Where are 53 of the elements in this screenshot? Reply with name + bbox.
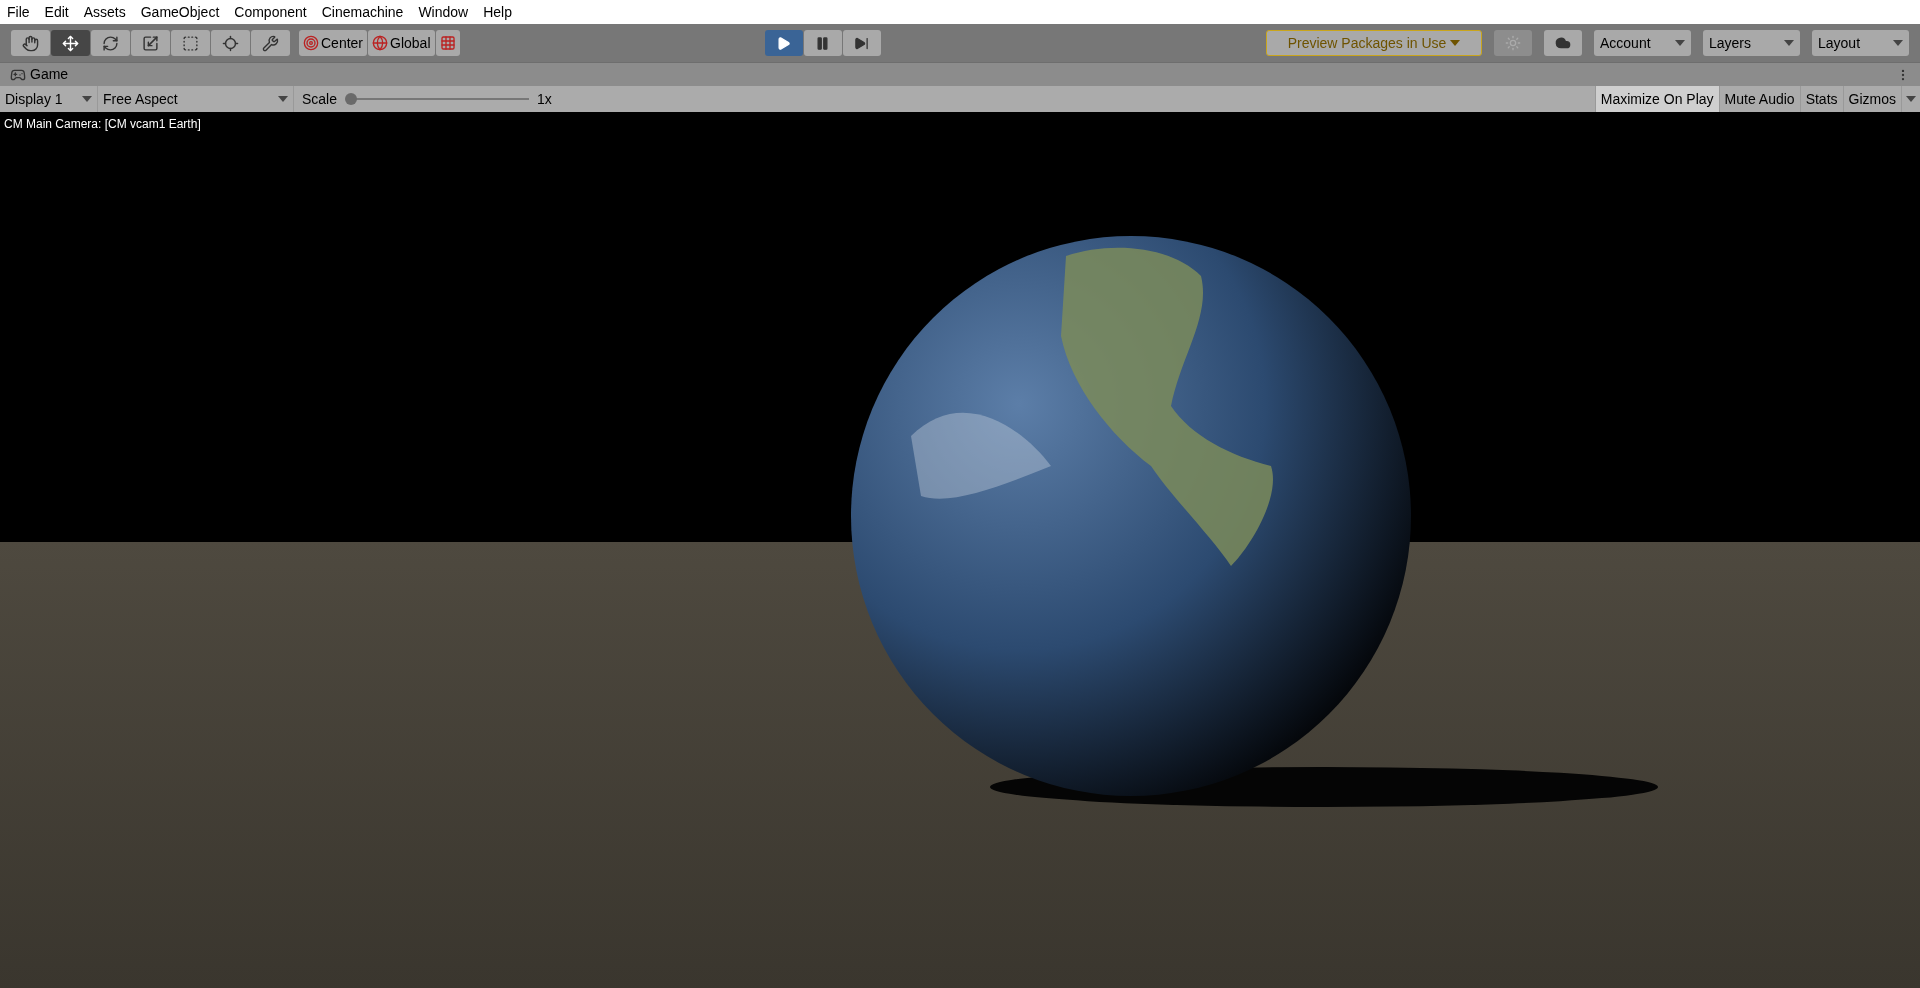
tool-button[interactable] [51, 30, 90, 56]
rotate-icon [102, 34, 119, 52]
menu-item[interactable]: Window [418, 1, 469, 23]
caret-icon [278, 96, 288, 102]
menu-item[interactable]: Assets [83, 1, 126, 23]
scale-value: 1x [537, 89, 552, 109]
menu-item[interactable]: Edit [44, 1, 69, 23]
tool-button[interactable] [251, 30, 290, 56]
menu-item[interactable]: File [7, 1, 30, 23]
slider-thumb[interactable] [345, 93, 358, 105]
sun-icon [1505, 35, 1521, 51]
camera-label: CM Main Camera: [CM vcam1 Earth] [4, 116, 201, 133]
play-icon [776, 35, 791, 51]
toolbar-button[interactable] [1544, 30, 1582, 56]
toolbar-button[interactable]: Center [299, 30, 368, 56]
rect-icon [182, 34, 199, 52]
menu-item[interactable]: Help [483, 1, 512, 23]
caret-icon [82, 96, 92, 102]
pause-icon [815, 35, 830, 51]
play-control[interactable] [842, 30, 881, 56]
caret-icon [1450, 40, 1461, 46]
step-icon [854, 35, 869, 51]
tool-button[interactable] [91, 30, 130, 56]
grid-icon [439, 35, 456, 51]
menu-item[interactable]: GameObject [140, 1, 220, 23]
play-control[interactable] [764, 30, 803, 56]
toolbar-button[interactable] [435, 30, 460, 56]
caret-icon [1893, 40, 1903, 46]
caret-icon [1784, 40, 1794, 46]
caret-icon [1675, 40, 1685, 46]
menu-item[interactable]: Component [234, 1, 307, 23]
game-tab[interactable]: Game [10, 64, 69, 85]
play-control[interactable] [803, 30, 842, 56]
scale-icon [142, 34, 159, 52]
toggle-button[interactable]: Maximize On Play [1594, 86, 1719, 112]
move-icon [62, 34, 79, 52]
dropdown[interactable]: Layers [1703, 30, 1800, 56]
toolbar-button[interactable]: Global [368, 30, 435, 56]
dropdown[interactable]: Account [1594, 30, 1691, 56]
crosshair-icon [222, 34, 239, 52]
scale-slider[interactable] [345, 93, 530, 105]
wrench-icon [262, 34, 279, 52]
tool-button[interactable] [11, 30, 50, 56]
globe-icon [372, 35, 389, 51]
menu-item[interactable]: Cinemachine [321, 1, 404, 23]
target-icon [303, 35, 319, 51]
caret-icon [1906, 96, 1916, 102]
hand-icon [22, 34, 39, 52]
cloud-icon [1555, 35, 1571, 51]
tool-button[interactable] [131, 30, 170, 56]
scale-label: Scale [302, 89, 338, 109]
tool-button[interactable] [211, 30, 250, 56]
dropdown[interactable]: Layout [1812, 30, 1909, 56]
